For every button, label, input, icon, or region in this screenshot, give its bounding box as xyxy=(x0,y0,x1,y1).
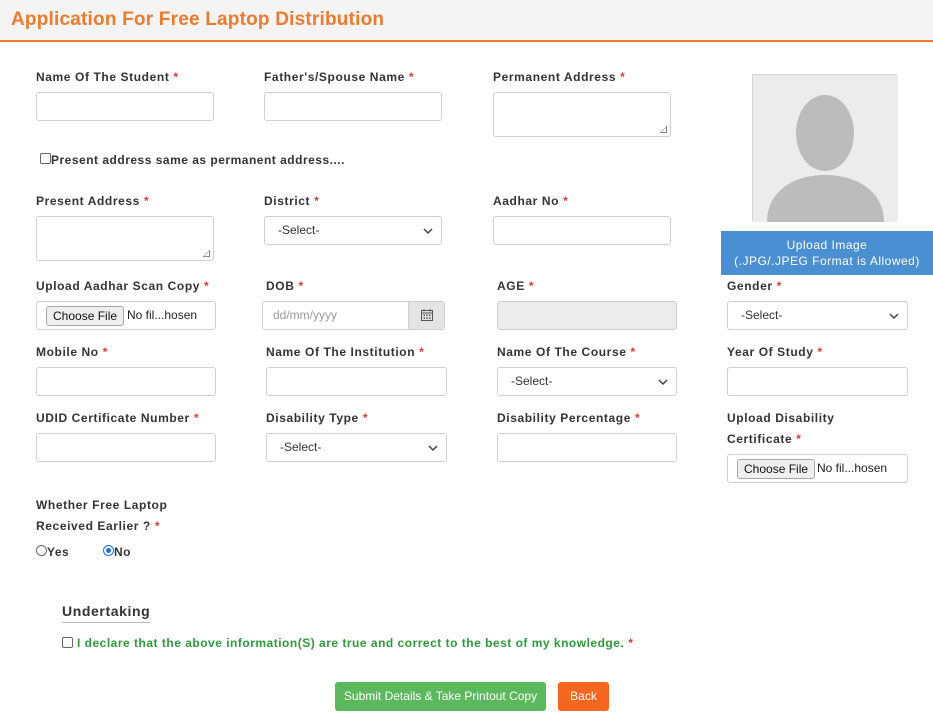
photo-preview xyxy=(752,74,898,222)
aadhar-copy-file-input[interactable]: Choose File No fil...hosen xyxy=(36,301,216,330)
year-of-study-input[interactable] xyxy=(727,367,908,396)
label-udid: UDID Certificate Number * xyxy=(36,411,200,425)
page-title: Application For Free Laptop Distribution xyxy=(11,9,385,30)
father-name-input[interactable] xyxy=(264,92,442,121)
permanent-address-textarea[interactable] xyxy=(493,92,671,137)
label-gender: Gender * xyxy=(727,279,782,293)
chevron-down-icon xyxy=(889,313,899,320)
mobile-input[interactable] xyxy=(36,367,216,396)
radio-no[interactable] xyxy=(103,545,114,556)
label-institution: Name Of The Institution * xyxy=(266,345,425,359)
back-button[interactable]: Back xyxy=(558,682,609,711)
same-address-checkbox[interactable] xyxy=(40,153,51,164)
disability-certificate-file-input[interactable]: Choose File No fil...hosen xyxy=(727,454,908,483)
dob-input[interactable]: dd/mm/yyyy xyxy=(262,301,445,330)
label-laptop-received: Whether Free Laptop xyxy=(36,498,168,512)
label-dob: DOB * xyxy=(266,279,304,293)
radio-yes-label: Yes xyxy=(47,545,70,559)
choose-file-button[interactable]: Choose File xyxy=(46,306,125,326)
disability-type-select[interactable]: -Select- xyxy=(266,433,447,462)
same-address-label: Present address same as permanent addres… xyxy=(51,153,345,167)
label-permanent-address: Permanent Address * xyxy=(493,70,626,84)
label-year-of-study: Year Of Study * xyxy=(727,345,823,359)
label-mobile: Mobile No * xyxy=(36,345,109,359)
udid-input[interactable] xyxy=(36,433,216,462)
label-student-name: Name Of The Student * xyxy=(36,70,179,84)
label-district: District * xyxy=(264,194,320,208)
district-select[interactable]: -Select- xyxy=(264,216,442,245)
radio-yes[interactable] xyxy=(36,545,47,556)
calendar-button[interactable] xyxy=(408,302,444,329)
student-name-input[interactable] xyxy=(36,92,214,121)
file-status: No fil...hosen xyxy=(127,308,198,322)
label-aadhar-no: Aadhar No * xyxy=(493,194,569,208)
label-disability-type: Disability Type * xyxy=(266,411,369,425)
gender-select[interactable]: -Select- xyxy=(727,301,908,330)
label-present-address: Present Address * xyxy=(36,194,150,208)
label-father-name: Father's/Spouse Name * xyxy=(264,70,415,84)
chevron-down-icon xyxy=(423,228,433,235)
present-address-textarea[interactable] xyxy=(36,216,214,261)
submit-button[interactable]: Submit Details & Take Printout Copy xyxy=(335,682,546,711)
institution-input[interactable] xyxy=(266,367,447,396)
avatar-placeholder-icon xyxy=(753,75,898,222)
calendar-icon xyxy=(421,309,433,321)
radio-no-label: No xyxy=(114,545,131,559)
label-laptop-received-line2: Received Earlier ? * xyxy=(36,519,161,533)
undertaking-heading: Undertaking xyxy=(62,603,151,623)
chevron-down-icon xyxy=(428,445,438,452)
label-disability-percentage: Disability Percentage * xyxy=(497,411,641,425)
label-aadhar-copy: Upload Aadhar Scan Copy * xyxy=(36,279,210,293)
label-age: AGE * xyxy=(497,279,535,293)
chevron-down-icon xyxy=(658,379,668,386)
age-input xyxy=(497,301,677,330)
label-upload-disability: Upload Disability xyxy=(727,411,835,425)
declaration-checkbox[interactable] xyxy=(62,637,73,648)
aadhar-no-input[interactable] xyxy=(493,216,671,245)
label-upload-disability-line2: Certificate * xyxy=(727,432,802,446)
choose-file-button[interactable]: Choose File xyxy=(737,459,816,479)
declaration-text: I declare that the above information(S) … xyxy=(77,636,634,650)
course-select[interactable]: -Select- xyxy=(497,367,677,396)
label-course: Name Of The Course * xyxy=(497,345,636,359)
upload-image-button[interactable]: Upload Image (.JPG/.JPEG Format is Allow… xyxy=(721,231,933,275)
page-header: Application For Free Laptop Distribution xyxy=(0,0,933,42)
disability-percentage-input[interactable] xyxy=(497,433,677,462)
file-status: No fil...hosen xyxy=(817,461,888,475)
